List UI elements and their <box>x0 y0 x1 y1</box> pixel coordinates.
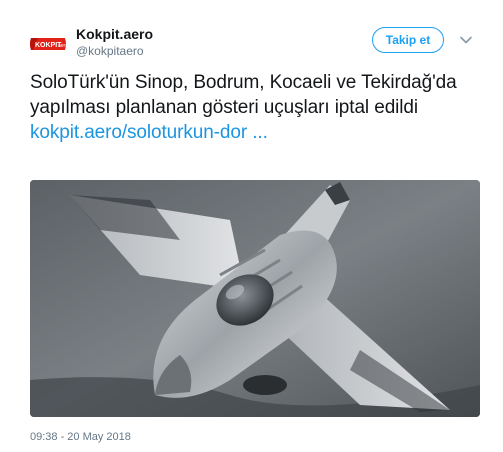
tweet-text: SoloTürk'ün Sinop, Bodrum, Kocaeli ve Te… <box>30 70 470 145</box>
handle[interactable]: @kokpitaero <box>76 43 153 59</box>
tweet-card: KOKPIT aero Kokpit.aero @kokpitaero Taki… <box>0 0 503 452</box>
chevron-down-icon[interactable] <box>458 32 474 48</box>
follow-button[interactable]: Takip et <box>372 27 444 53</box>
tweet-timestamp[interactable]: 09:38 - 20 May 2018 <box>30 431 131 443</box>
account-names: Kokpit.aero @kokpitaero <box>76 25 153 59</box>
avatar[interactable]: KOKPIT aero <box>30 26 66 62</box>
tweet-link[interactable]: kokpit.aero/soloturkun-dor ... <box>30 120 470 145</box>
tweet-header: KOKPIT aero Kokpit.aero @kokpitaero Taki… <box>30 24 472 62</box>
fighter-jet-photo-icon <box>30 180 480 417</box>
tweet-body: SoloTürk'ün Sinop, Bodrum, Kocaeli ve Te… <box>30 72 457 118</box>
svg-text:aero: aero <box>58 43 66 49</box>
tweet-media-photo[interactable] <box>30 180 480 417</box>
display-name[interactable]: Kokpit.aero <box>76 25 153 43</box>
kokpit-logo-icon: KOKPIT aero <box>30 38 66 50</box>
